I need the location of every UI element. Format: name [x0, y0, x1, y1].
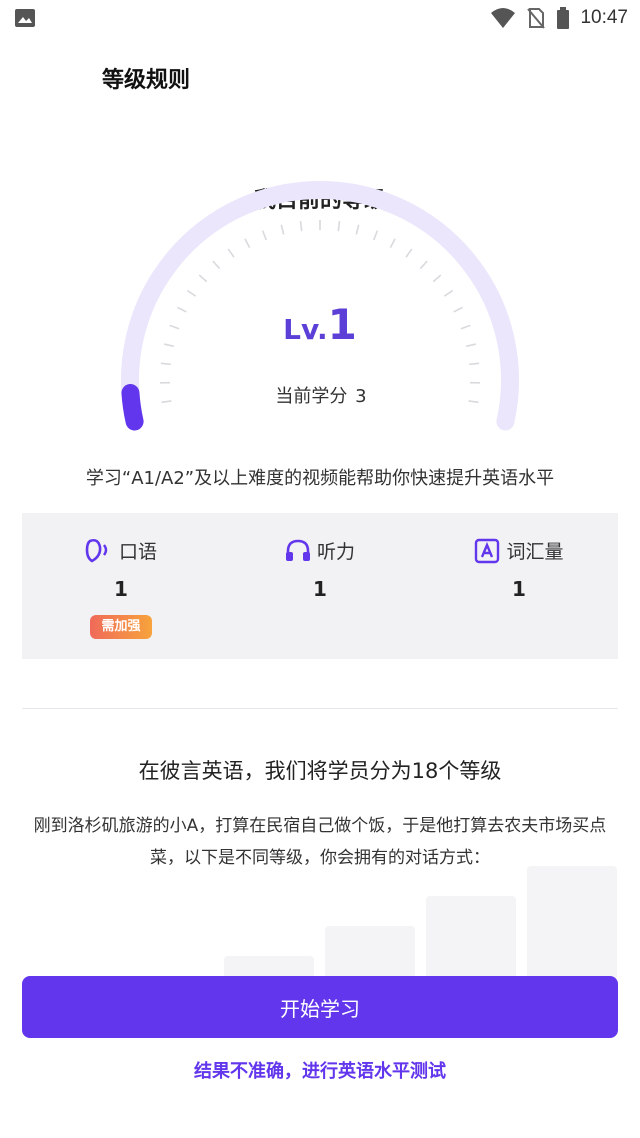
- level-step-bar: [325, 926, 415, 980]
- skill-label: 词汇量: [506, 541, 564, 563]
- skill-speaking[interactable]: 口语 1 需加强: [22, 513, 220, 659]
- gauge-tick: [389, 238, 396, 248]
- gauge-tick: [227, 248, 235, 258]
- level-hint: 学习“A1/A2”及以上难度的视频能帮助你快速提升英语水平: [85, 468, 555, 489]
- gauge-tick: [186, 289, 197, 297]
- skill-value: 1: [114, 577, 128, 601]
- gauge-tick: [405, 248, 413, 258]
- gauge-tick: [355, 224, 360, 235]
- skill-label: 听力: [316, 541, 355, 563]
- no-sim-icon: [527, 8, 546, 29]
- gauge-tick: [261, 230, 267, 241]
- level-test-link[interactable]: 结果不准确，进行英语水平测试: [0, 1057, 640, 1083]
- skills-card: 口语 1 需加强 听力 1 词汇量 1: [22, 513, 618, 659]
- status-bar: 10:47: [0, 0, 640, 36]
- gauge-tick: [443, 289, 454, 297]
- divider: [22, 708, 618, 709]
- level-display: Lv.1: [0, 300, 640, 349]
- skill-value: 1: [512, 577, 526, 601]
- level-prefix: Lv.: [283, 313, 328, 346]
- gauge-tick: [160, 362, 171, 366]
- gauge-tick: [373, 230, 379, 241]
- gauge-tick: [212, 260, 221, 270]
- level-steps-illustration: [0, 860, 640, 980]
- speech-icon: [85, 538, 108, 563]
- page-title: 等级规则: [102, 68, 191, 93]
- wifi-icon: [491, 8, 516, 28]
- gauge-tick: [469, 362, 480, 366]
- needs-improvement-badge: 需加强: [90, 615, 152, 639]
- skill-listening[interactable]: 听力 1: [221, 513, 419, 659]
- gauge-tick: [419, 260, 428, 270]
- credit-label: 当前学分: [275, 386, 348, 407]
- vocabulary-icon: [475, 538, 500, 563]
- gauge-tick: [244, 238, 251, 248]
- skill-vocabulary[interactable]: 词汇量 1: [420, 513, 618, 659]
- gauge-tick: [432, 274, 442, 283]
- level-number: 1: [327, 300, 357, 349]
- gauge-tick: [299, 221, 303, 232]
- battery-icon: [557, 7, 570, 29]
- levels-info-title: 在彼言英语，我们将学员分为18个等级: [138, 759, 502, 783]
- gauge-tick: [337, 221, 341, 232]
- level-step-bar: [527, 866, 617, 980]
- skill-value: 1: [313, 577, 327, 601]
- credit-value: 3: [355, 386, 367, 407]
- level-step-bar: [426, 896, 516, 980]
- gauge-tick: [198, 274, 208, 283]
- skill-label: 口语: [118, 541, 157, 563]
- gauge-tick: [280, 224, 285, 235]
- headphones-icon: [285, 539, 310, 561]
- image-icon: [15, 9, 35, 27]
- start-learning-button[interactable]: 开始学习: [22, 976, 618, 1038]
- credit-line: 当前学分 3: [0, 382, 640, 408]
- status-time: 10:47: [580, 7, 628, 28]
